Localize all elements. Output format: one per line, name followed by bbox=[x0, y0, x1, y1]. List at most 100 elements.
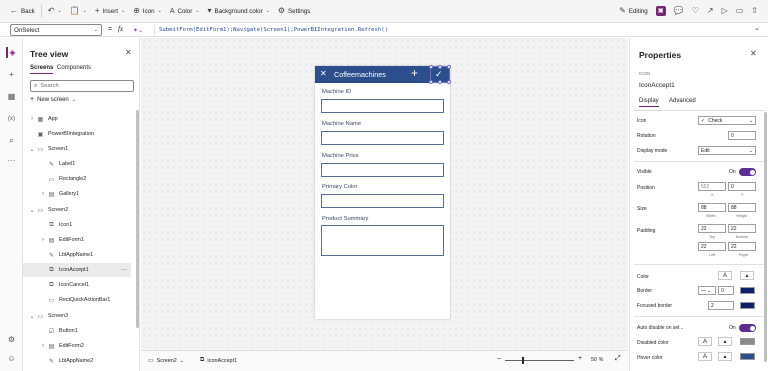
more-icon[interactable]: ··· bbox=[6, 155, 17, 166]
background-color-button[interactable]: ▾ Background color ⌄ bbox=[203, 0, 273, 23]
property-dropdown[interactable]: OnSelect ⌄ bbox=[10, 24, 102, 36]
zoom-slider-thumb[interactable] bbox=[522, 357, 524, 364]
search-icon[interactable]: ⌕ bbox=[6, 135, 17, 146]
zoom-slider[interactable] bbox=[505, 357, 574, 364]
variables-icon[interactable]: (x) bbox=[6, 113, 17, 124]
focused-border-input[interactable]: 2 bbox=[708, 301, 734, 310]
tree-item-icon1[interactable]: ⧉ Icon1 bbox=[23, 218, 135, 232]
account-icon[interactable]: ☺ bbox=[6, 353, 17, 364]
product-summary-input[interactable] bbox=[321, 225, 444, 256]
tree-item-screen3[interactable]: ⌄ ▭ Screen3 bbox=[23, 309, 135, 323]
tree-item-lblappname2[interactable]: ✎ LblAppName2 bbox=[23, 354, 135, 368]
machine-price-input[interactable] bbox=[321, 163, 444, 177]
border-width-input[interactable]: 0 bbox=[718, 286, 734, 295]
icon-button[interactable]: ⊕ Icon ⌄ bbox=[129, 0, 166, 23]
properties-scrollbar[interactable] bbox=[764, 112, 767, 362]
resize-handle[interactable] bbox=[447, 80, 451, 84]
new-screen-button[interactable]: + New screen ⌄ bbox=[30, 96, 76, 103]
more-options-icon[interactable]: ··· bbox=[121, 267, 127, 273]
paste-button[interactable]: 📋 ⌄ bbox=[66, 0, 91, 23]
resize-handle[interactable] bbox=[447, 65, 451, 69]
share-button[interactable]: ↗ bbox=[703, 0, 718, 23]
visible-toggle[interactable] bbox=[739, 168, 756, 176]
disabled-color-swatch[interactable] bbox=[740, 338, 755, 345]
editing-button[interactable]: ✎ Editing bbox=[615, 0, 652, 23]
tree-item-app[interactable]: › ▦ App bbox=[23, 112, 135, 126]
control-breadcrumb[interactable]: ⧉ IconAccept1 bbox=[200, 357, 237, 364]
tree-view-icon[interactable]: ◈ bbox=[6, 47, 17, 58]
undo-button[interactable]: ↶ ⌄ bbox=[44, 0, 66, 23]
accept-icon-selected[interactable]: ✓ bbox=[429, 65, 451, 84]
add-icon[interactable]: + bbox=[411, 66, 418, 80]
primary-color-input[interactable] bbox=[321, 194, 444, 208]
app-checker-button[interactable]: ▣ bbox=[652, 0, 670, 23]
tree-item-iconaccept1[interactable]: ⧉ IconAccept1 ··· bbox=[23, 263, 131, 277]
disabled-text-color-button[interactable]: A bbox=[698, 337, 712, 346]
insert-icon[interactable]: + bbox=[6, 69, 17, 80]
tree-item-screen1[interactable]: ⌄ ▭ Screen1 bbox=[23, 142, 135, 156]
tree-item-label1[interactable]: ✎ Label1 bbox=[23, 157, 135, 171]
border-style-dropdown[interactable]: — ⌄ bbox=[698, 286, 716, 295]
search-input[interactable]: ⌕ Search bbox=[30, 80, 134, 92]
resize-handle[interactable] bbox=[438, 80, 442, 84]
tree-item-screen2[interactable]: ⌄ ▭ Screen2 bbox=[23, 203, 135, 217]
rotation-input[interactable]: 0 bbox=[728, 131, 756, 140]
tree-item-gallery1[interactable]: › ▤ Gallery1 bbox=[23, 187, 135, 201]
zoom-in-icon[interactable]: + bbox=[578, 355, 582, 362]
settings-icon[interactable]: ⚙ bbox=[6, 334, 17, 345]
machine-name-input[interactable] bbox=[321, 131, 444, 145]
cancel-icon[interactable]: ✕ bbox=[320, 69, 327, 78]
expand-formula-icon[interactable]: ⌄ bbox=[754, 25, 760, 32]
tree-item-rectangle2[interactable]: ▭ Rectangle2 bbox=[23, 172, 135, 186]
tree-scrollbar[interactable] bbox=[136, 110, 139, 328]
fit-to-window-icon[interactable]: ⤢ bbox=[615, 355, 621, 363]
color-button[interactable]: A Color ⌄ bbox=[166, 0, 204, 23]
hover-fill-color-button[interactable]: ▲ bbox=[718, 352, 732, 361]
tree-item-editform2[interactable]: › ▤ EditForm2 bbox=[23, 339, 135, 353]
tree-item-editform1[interactable]: › ▤ EditForm1 bbox=[23, 233, 135, 247]
zoom-out-icon[interactable]: − bbox=[497, 356, 501, 363]
disabled-fill-color-button[interactable]: ▲ bbox=[718, 337, 732, 346]
tree-item-rectquickactionbar1[interactable]: ▭ RectQuickActionBar1 bbox=[23, 293, 135, 307]
tab-advanced[interactable]: Advanced bbox=[669, 98, 696, 104]
auto-disable-toggle[interactable] bbox=[739, 324, 756, 332]
copilot-button[interactable]: ♡ bbox=[688, 0, 703, 23]
text-color-button[interactable]: A bbox=[718, 271, 732, 280]
tree-item-iconcancel1[interactable]: ⧉ IconCancel1 bbox=[23, 278, 135, 292]
back-button[interactable]: ← Back bbox=[0, 0, 39, 23]
resize-handle[interactable] bbox=[438, 65, 442, 69]
preview-button[interactable]: ▷ bbox=[718, 0, 732, 23]
close-icon[interactable]: ✕ bbox=[125, 49, 132, 57]
tab-screens[interactable]: Screens bbox=[30, 65, 54, 74]
publish-button[interactable]: ⇧ bbox=[747, 0, 768, 23]
hover-text-color-button[interactable]: A bbox=[698, 352, 712, 361]
fill-color-button[interactable]: ▲ bbox=[740, 271, 754, 280]
height-input[interactable]: 88 bbox=[728, 203, 756, 212]
tree-item-button1[interactable]: ☑ Button1 bbox=[23, 324, 135, 338]
tab-components[interactable]: Components bbox=[57, 65, 91, 71]
padding-top-input[interactable]: 22 bbox=[698, 224, 726, 233]
resize-handle[interactable] bbox=[429, 80, 433, 84]
close-icon[interactable]: ✕ bbox=[750, 50, 757, 58]
settings-button[interactable]: ⚙ Settings bbox=[274, 0, 315, 23]
position-y-input[interactable]: 0 bbox=[728, 182, 756, 191]
tree-item-powerbiintegration[interactable]: ▣ PowerBIIntegration bbox=[23, 127, 135, 141]
position-x-input[interactable]: 552 bbox=[698, 182, 726, 191]
display-mode-dropdown[interactable]: Edit ⌄ bbox=[698, 146, 756, 155]
hover-color-swatch[interactable] bbox=[740, 353, 755, 360]
border-color-swatch[interactable] bbox=[740, 287, 755, 294]
focused-border-color-swatch[interactable] bbox=[740, 302, 755, 309]
data-icon[interactable]: ▦ bbox=[6, 91, 17, 102]
resize-handle[interactable] bbox=[429, 65, 433, 69]
padding-bottom-input[interactable]: 22 bbox=[728, 224, 756, 233]
formula-input[interactable]: SubmitForm(EditForm1);Navigate(Screen1);… bbox=[154, 24, 751, 36]
comments-button[interactable]: 💬 bbox=[670, 0, 688, 23]
icon-dropdown[interactable]: ✓ Check ⌄ bbox=[698, 116, 756, 125]
width-input[interactable]: 88 bbox=[698, 203, 726, 212]
padding-right-input[interactable]: 22 bbox=[728, 242, 756, 251]
machine-id-input[interactable] bbox=[321, 99, 444, 113]
tab-display[interactable]: Display bbox=[639, 98, 659, 107]
padding-left-input[interactable]: 22 bbox=[698, 242, 726, 251]
copilot-formula-icon[interactable]: ✦⌄ bbox=[133, 26, 143, 34]
insert-button[interactable]: + Insert ⌄ bbox=[91, 0, 129, 23]
